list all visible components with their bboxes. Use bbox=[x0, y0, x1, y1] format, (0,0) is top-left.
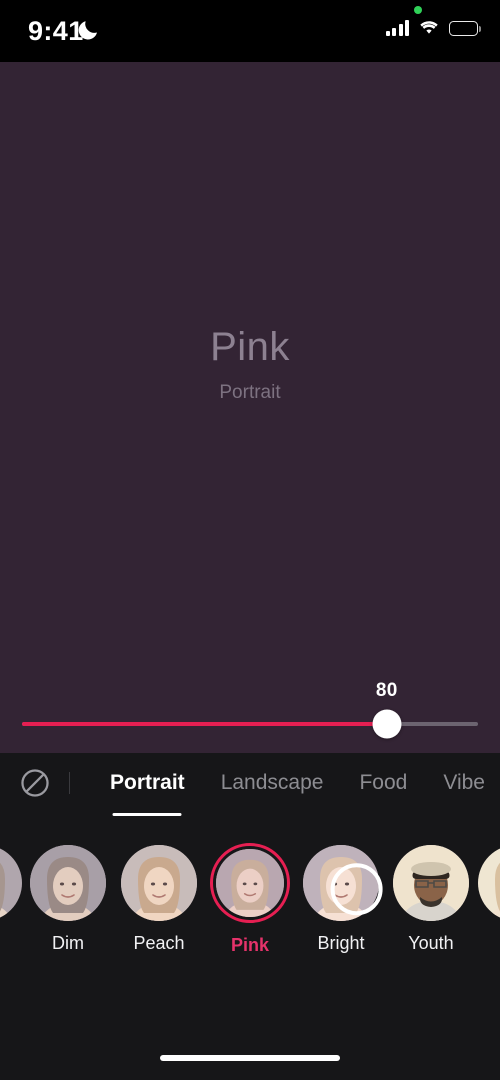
preview-filter-info: Pink Portrait bbox=[0, 326, 500, 404]
tab-vibe[interactable]: Vibe bbox=[425, 771, 500, 795]
status-bar: 9:41 bbox=[0, 0, 500, 62]
photo-preview-canvas[interactable]: Pink Portrait 80 bbox=[0, 62, 500, 753]
intensity-slider[interactable]: 80 bbox=[0, 680, 500, 740]
filter-item-peach[interactable]: Peach bbox=[114, 845, 205, 954]
filter-thumb-ring bbox=[121, 845, 197, 921]
filter-thumb-ring bbox=[393, 845, 469, 921]
filter-thumb-ring bbox=[30, 845, 106, 921]
filter-item-pink[interactable]: Pink bbox=[205, 843, 296, 956]
filter-thumbnail-image bbox=[121, 845, 197, 921]
filter-category-tabs: Portrait Landscape Food Vibe bbox=[0, 753, 500, 813]
filter-item-bright[interactable]: Bright bbox=[296, 845, 387, 954]
slider-track[interactable] bbox=[22, 709, 478, 739]
filter-item-youth[interactable]: Youth bbox=[386, 845, 477, 954]
tab-divider bbox=[69, 772, 70, 794]
filter-label: Bright bbox=[317, 933, 365, 953]
tab-food[interactable]: Food bbox=[341, 771, 425, 795]
battery-icon bbox=[449, 21, 482, 36]
filter-thumbnail-image bbox=[393, 845, 469, 921]
filter-label: Dim bbox=[52, 933, 84, 953]
wifi-icon bbox=[420, 21, 438, 34]
filter-thumbnail-image bbox=[30, 845, 106, 921]
home-indicator bbox=[160, 1055, 340, 1061]
preview-filter-name: Pink bbox=[210, 325, 290, 369]
tab-portrait[interactable]: Portrait bbox=[92, 771, 203, 795]
no-filter-icon bbox=[21, 769, 49, 797]
filter-item-dim[interactable]: Dim bbox=[23, 845, 114, 954]
tab-landscape[interactable]: Landscape bbox=[203, 771, 342, 795]
moon-icon bbox=[78, 21, 97, 40]
filter-label: Pink bbox=[230, 935, 269, 955]
status-bar-icons bbox=[385, 19, 482, 36]
filter-thumb-ring bbox=[210, 843, 290, 923]
filter-thumb-partial-right[interactable] bbox=[478, 845, 500, 921]
download-progress-ring-icon bbox=[330, 863, 383, 916]
filter-thumbnail-image bbox=[216, 849, 284, 917]
filter-carousel[interactable]: Dim Peach Pink Bright Youth bbox=[0, 843, 500, 965]
recording-indicator-dot bbox=[414, 6, 422, 14]
preview-filter-category: Portrait bbox=[219, 382, 281, 403]
filter-thumb-ring bbox=[303, 845, 383, 921]
no-filter-button[interactable] bbox=[18, 766, 52, 800]
phone-screen: 9:41 Pink Portrait 80 Portrait Landscape… bbox=[0, 0, 500, 1080]
slider-fill bbox=[22, 722, 387, 726]
filter-label: Peach bbox=[133, 933, 185, 953]
filter-label: Youth bbox=[408, 933, 454, 953]
slider-value-label: 80 bbox=[375, 680, 398, 701]
filter-panel: Portrait Landscape Food Vibe Dim Peach Pink Br… bbox=[0, 753, 500, 1080]
cellular-signal-icon bbox=[385, 19, 409, 36]
tab-list: Portrait Landscape Food Vibe bbox=[92, 771, 500, 795]
filter-thumb-partial-left[interactable] bbox=[0, 845, 22, 921]
slider-thumb[interactable] bbox=[372, 709, 402, 739]
